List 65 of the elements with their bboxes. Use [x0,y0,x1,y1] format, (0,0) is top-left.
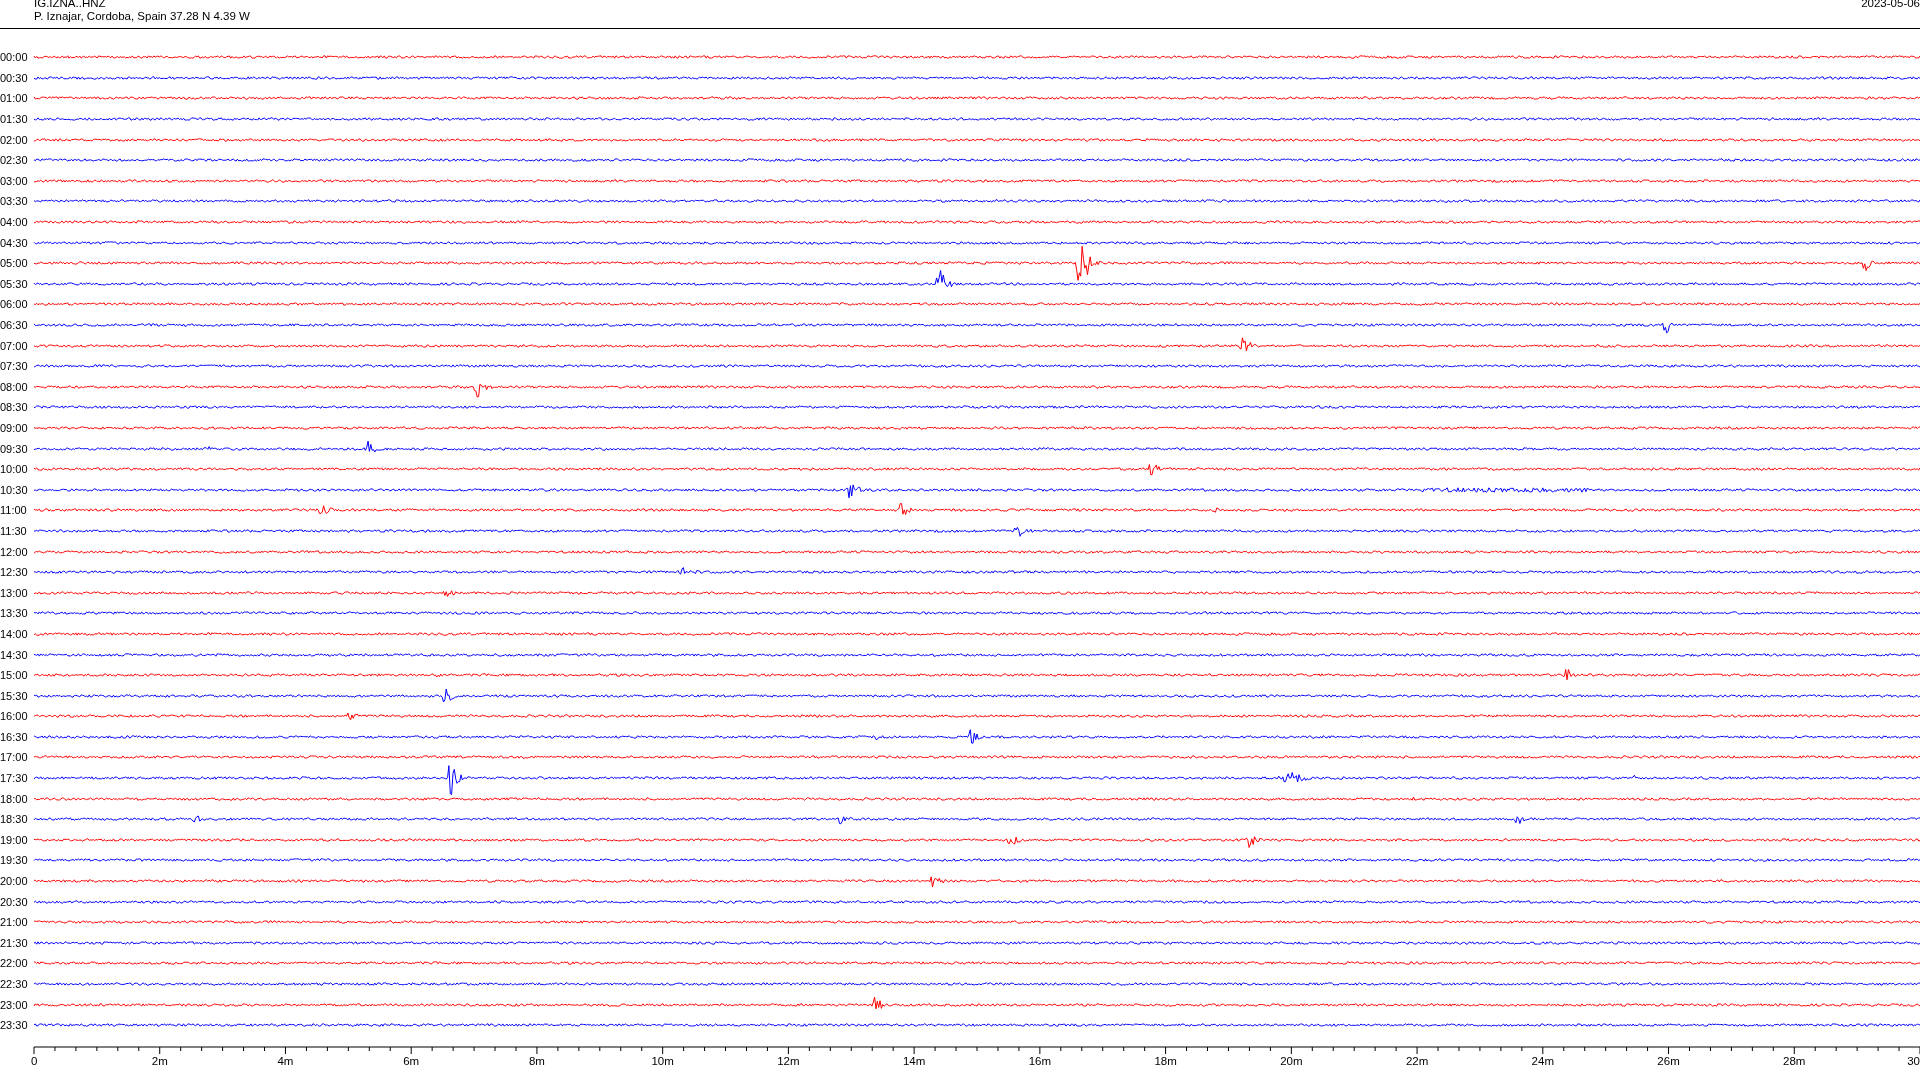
time-label: 07:00 [0,339,29,352]
axis-label: 4m [277,1054,294,1067]
time-label: 23:30 [0,1019,29,1032]
time-label: 09:30 [0,442,29,455]
axis-label: 30 [1907,1054,1920,1067]
time-label: 13:30 [0,607,29,620]
axis-label: 6m [403,1054,420,1067]
time-label: 11:30 [0,524,28,537]
time-label: 15:30 [0,689,29,702]
time-label: 02:00 [0,133,29,146]
time-label: 01:30 [0,113,29,126]
time-label: 17:30 [0,772,29,785]
time-label: 10:00 [0,463,29,476]
time-label: 00:30 [0,71,29,84]
time-label: 22:30 [0,978,29,990]
axis-label: 26m [1657,1054,1680,1067]
time-label: 02:30 [0,154,29,167]
time-label: 13:00 [0,586,29,599]
time-label: 12:30 [0,566,29,579]
time-label: 14:30 [0,648,29,661]
time-label: 18:30 [0,813,29,826]
axis-label: 18m [1154,1054,1177,1067]
time-label: 23:00 [0,998,29,1011]
time-label: 00:00 [0,51,29,64]
time-label: 21:30 [0,936,29,949]
axis-label: 20m [1280,1054,1303,1067]
time-label: 19:00 [0,833,29,846]
axis-label: 0 [31,1054,38,1067]
time-label: 18:00 [0,792,29,805]
time-label: 17:00 [0,751,29,764]
time-label: 12:00 [0,545,29,558]
time-label: 04:00 [0,216,29,229]
time-label: 09:00 [0,422,29,434]
time-label: 01:00 [0,92,29,105]
time-label: 16:30 [0,730,29,743]
time-label: 14:00 [0,627,29,640]
time-label: 05:30 [0,277,29,290]
axis-label: 16m [1028,1054,1052,1067]
axis-label: 8m [528,1054,545,1067]
time-label: 06:00 [0,298,29,311]
time-label: 19:30 [0,854,29,867]
time-label: 20:30 [0,895,29,908]
time-label: 16:00 [0,710,29,723]
axis-label: 14m [902,1054,926,1067]
station-location: P. Iznajar, Cordoba, Spain 37.28 N 4.39 W [34,10,250,23]
time-label: 08:00 [0,380,29,393]
axis-label: 12m [777,1054,800,1067]
time-label: 03:00 [0,174,29,187]
axis-label: 10m [651,1054,674,1067]
time-label: 05:00 [0,257,29,270]
time-label: 06:30 [0,319,29,331]
time-label: 04:30 [0,236,29,249]
time-label: 21:00 [0,916,29,929]
time-label: 11:00 [0,504,28,517]
axis-label: 28m [1783,1054,1806,1067]
time-label: 07:30 [0,360,29,373]
axis-label: 24m [1531,1054,1554,1067]
time-label: 15:00 [0,669,29,682]
time-label: 20:00 [0,875,29,888]
axis-label: 22m [1405,1054,1429,1067]
axis-label: 2m [151,1054,168,1067]
time-label: 03:30 [0,195,29,208]
time-label: 22:00 [0,957,29,970]
time-label: 08:30 [0,401,29,414]
time-label: 10:30 [0,483,29,496]
